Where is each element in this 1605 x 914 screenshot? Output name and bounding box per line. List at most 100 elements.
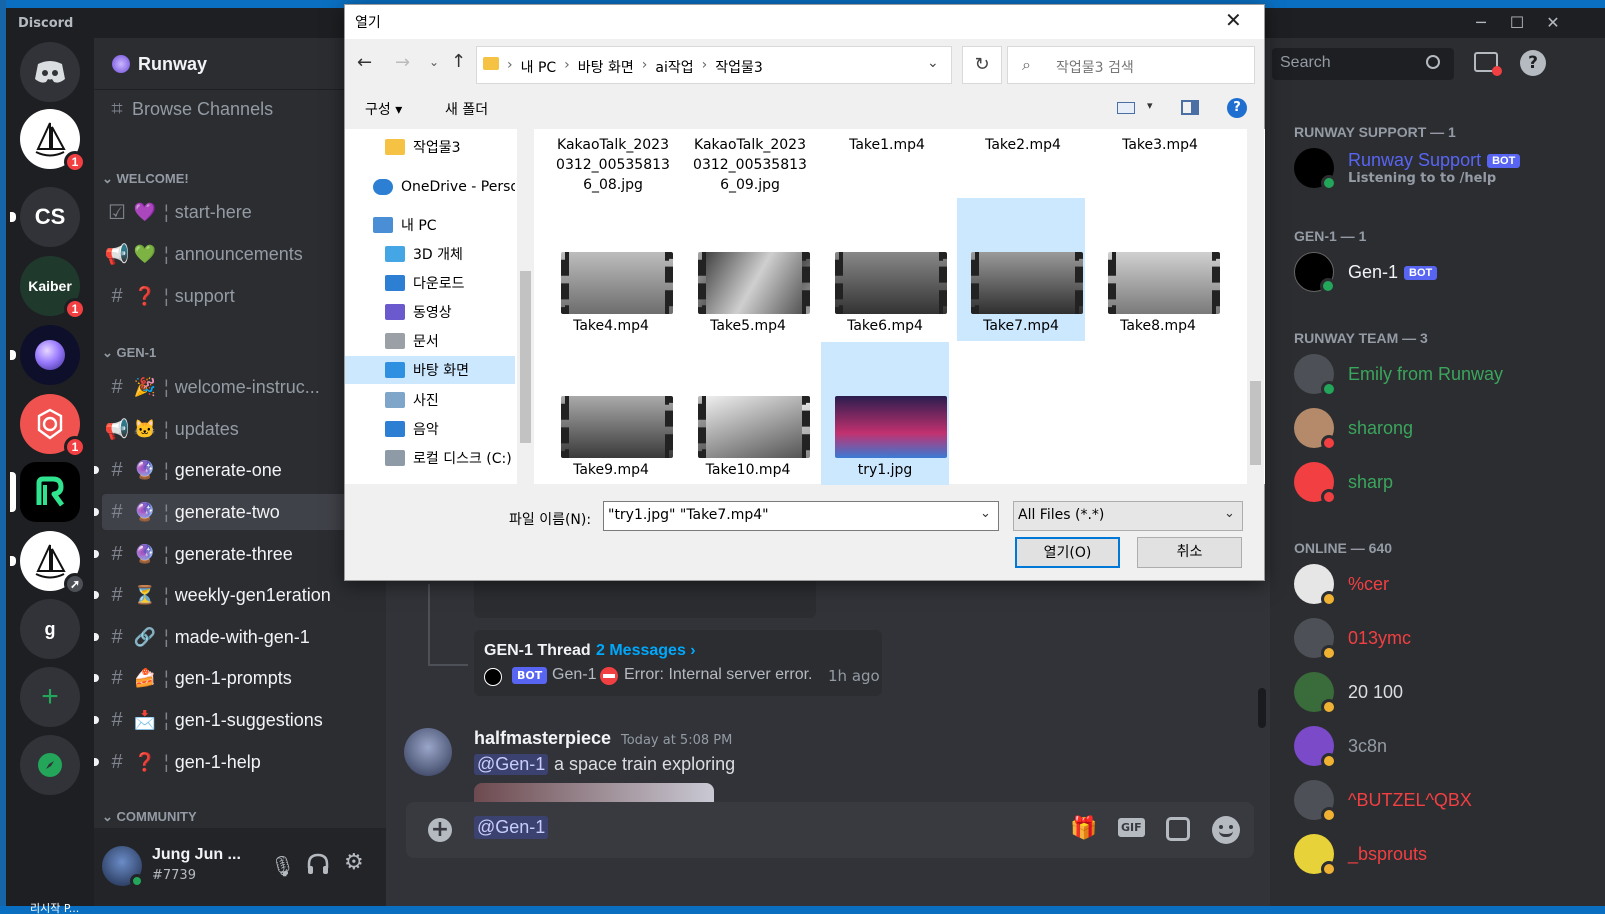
- help-icon[interactable]: ?: [1520, 50, 1546, 76]
- file-type-filter[interactable]: All Files (*.*) ⌄: [1013, 501, 1243, 531]
- file-item[interactable]: Take2.mp4: [959, 129, 1087, 195]
- files-scrollbar[interactable]: [1247, 129, 1264, 484]
- nav-item[interactable]: 동영상: [345, 298, 515, 326]
- video-file-item[interactable]: Take9.mp4: [547, 342, 675, 485]
- emoji-icon[interactable]: [1212, 816, 1240, 844]
- folder-search-input[interactable]: ⌕ 작업물3 검색: [1007, 46, 1255, 84]
- breadcrumb-item[interactable]: 바탕 화면: [578, 57, 634, 77]
- member-gen1[interactable]: Gen-1 BOT: [1294, 250, 1594, 294]
- channel-made-with-gen-1[interactable]: # 🔗 ¦ made-with-gen-1: [94, 619, 378, 655]
- nav-item[interactable]: 문서: [345, 327, 515, 355]
- member-online[interactable]: 3c8n: [1294, 724, 1594, 769]
- back-arrow-icon[interactable]: ←: [357, 52, 372, 73]
- nav-item[interactable]: 다운로드: [345, 269, 515, 297]
- help-icon[interactable]: ?: [1227, 98, 1247, 118]
- filename-input[interactable]: "try1.jpg" "Take7.mp4" ⌄: [603, 501, 999, 531]
- guild-sailboat-2[interactable]: ➚: [10, 531, 86, 595]
- breadcrumb-item[interactable]: 내 PC: [521, 57, 557, 77]
- guild-g[interactable]: g: [20, 599, 80, 659]
- chat-scrollbar[interactable]: [1258, 688, 1266, 728]
- message-mention[interactable]: @Gen-1: [474, 754, 549, 775]
- nav-scrollbar[interactable]: [517, 129, 534, 484]
- channel-weekly-gen1eration[interactable]: # ⏳ ¦ weekly-gen1eration: [94, 577, 378, 613]
- nav-item[interactable]: 작업물3: [345, 133, 515, 161]
- address-bar[interactable]: › 내 PC › 바탕 화면 › ai작업 › 작업물3 ⌄: [476, 46, 952, 84]
- view-mode-icon[interactable]: [1117, 102, 1135, 114]
- nav-item[interactable]: 바탕 화면: [345, 356, 515, 384]
- message-avatar[interactable]: [404, 728, 452, 776]
- inbox-icon[interactable]: [1474, 52, 1502, 76]
- file-item[interactable]: KakaoTalk_20230312_005358136_08.jpg: [549, 129, 677, 195]
- channel-generate-one[interactable]: # 🔮 ¦ generate-one: [94, 452, 378, 488]
- input-mention-text[interactable]: @Gen-1: [474, 816, 549, 839]
- file-item[interactable]: Take3.mp4: [1096, 129, 1224, 195]
- member-runway-support[interactable]: Runway Support BOT Listening to to /help: [1294, 146, 1594, 191]
- gif-icon[interactable]: GIF: [1118, 818, 1145, 837]
- filename-dropdown-icon[interactable]: ⌄: [980, 506, 991, 521]
- new-folder-button[interactable]: 새 폴더: [445, 99, 488, 119]
- nav-item[interactable]: 내 PC: [345, 211, 515, 239]
- member-online[interactable]: %cer: [1294, 562, 1594, 607]
- minimize-button[interactable]: ─: [1466, 12, 1496, 34]
- attach-plus-icon[interactable]: +: [428, 818, 452, 842]
- channel-gen-1-help[interactable]: # ❓ ¦ gen-1-help: [94, 744, 378, 780]
- channel-announcements[interactable]: 📢 💚 ¦ announcements: [102, 236, 378, 272]
- headphones-icon[interactable]: [306, 852, 330, 880]
- open-button[interactable]: 열기(O): [1015, 537, 1120, 568]
- nav-item[interactable]: 로컬 디스크 (C:): [345, 444, 515, 472]
- channel-updates[interactable]: 📢 🐱 ¦ updates: [102, 411, 378, 447]
- member-online[interactable]: _bsprouts: [1294, 832, 1594, 877]
- home-button[interactable]: [20, 42, 80, 102]
- video-file-item[interactable]: Take7.mp4: [957, 198, 1085, 341]
- close-window-button[interactable]: ✕: [1538, 12, 1568, 34]
- browse-channels[interactable]: ⌗ Browse Channels: [102, 91, 378, 127]
- breadcrumb-item[interactable]: ai작업: [655, 57, 693, 77]
- category-gen1[interactable]: ⌄ GEN-1: [102, 345, 156, 361]
- video-file-item[interactable]: Take8.mp4: [1094, 198, 1222, 341]
- settings-gear-icon[interactable]: ⚙: [344, 850, 364, 875]
- organize-menu[interactable]: 구성 ▾: [365, 99, 402, 119]
- channel-generate-three[interactable]: # 🔮 ¦ generate-three: [94, 536, 378, 572]
- guild-openai[interactable]: 1: [20, 394, 86, 458]
- guild-cs[interactable]: CS: [10, 187, 80, 247]
- channel-support[interactable]: # ❓ ¦ support: [102, 278, 378, 314]
- message-author[interactable]: halfmasterpiece: [474, 728, 611, 749]
- guild-orb[interactable]: [10, 325, 80, 385]
- recent-chevron-icon[interactable]: ⌄: [429, 55, 439, 69]
- maximize-button[interactable]: ☐: [1502, 12, 1532, 34]
- nav-item[interactable]: 3D 개체: [345, 240, 515, 268]
- cancel-button[interactable]: 취소: [1137, 537, 1242, 568]
- channel-welcome-instruc[interactable]: # 🎉 ¦ welcome-instruc...: [102, 369, 378, 405]
- image-file-item[interactable]: try1.jpg: [821, 342, 949, 485]
- server-header[interactable]: Runway: [94, 38, 386, 90]
- guild-kaiber[interactable]: Kaiber 1: [20, 256, 86, 320]
- breadcrumb-item[interactable]: 작업물3: [715, 57, 763, 77]
- preview-pane-icon[interactable]: [1181, 100, 1199, 115]
- explore-servers-button[interactable]: [20, 735, 80, 795]
- file-item[interactable]: Take1.mp4: [823, 129, 951, 195]
- video-file-item[interactable]: Take6.mp4: [821, 198, 949, 341]
- refresh-icon[interactable]: ↻: [962, 46, 1002, 84]
- nav-item[interactable]: 사진: [345, 386, 515, 414]
- member-team[interactable]: sharp: [1294, 460, 1594, 505]
- forward-arrow-icon[interactable]: →: [395, 52, 410, 73]
- category-welcome[interactable]: ⌄ WELCOME!: [102, 171, 189, 187]
- category-community[interactable]: ⌄ COMMUNITY: [102, 809, 197, 825]
- add-server-button[interactable]: +: [20, 667, 80, 727]
- member-online[interactable]: 013ymc: [1294, 616, 1594, 661]
- channel-gen-1-suggestions[interactable]: # 📩 ¦ gen-1-suggestions: [94, 702, 378, 738]
- dialog-close-icon[interactable]: ✕: [1225, 8, 1242, 32]
- guild-sailboat[interactable]: 1: [20, 109, 86, 173]
- channel-start-here[interactable]: ☑ 💜 ¦ start-here: [102, 194, 378, 230]
- video-file-item[interactable]: Take4.mp4: [547, 198, 675, 341]
- view-dropdown-icon[interactable]: ▾: [1147, 99, 1153, 112]
- sticker-icon[interactable]: [1166, 817, 1190, 841]
- video-file-item[interactable]: Take5.mp4: [684, 198, 812, 341]
- member-search-input[interactable]: Search: [1272, 48, 1454, 80]
- file-item[interactable]: KakaoTalk_20230312_005358136_09.jpg: [686, 129, 814, 195]
- microphone-icon[interactable]: 🎙: [270, 854, 295, 878]
- video-file-item[interactable]: Take10.mp4: [684, 342, 812, 485]
- member-online[interactable]: 20 100: [1294, 670, 1594, 715]
- channel-gen-1-prompts[interactable]: # 🍰 ¦ gen-1-prompts: [94, 660, 378, 696]
- member-team[interactable]: Emily from Runway: [1294, 352, 1594, 397]
